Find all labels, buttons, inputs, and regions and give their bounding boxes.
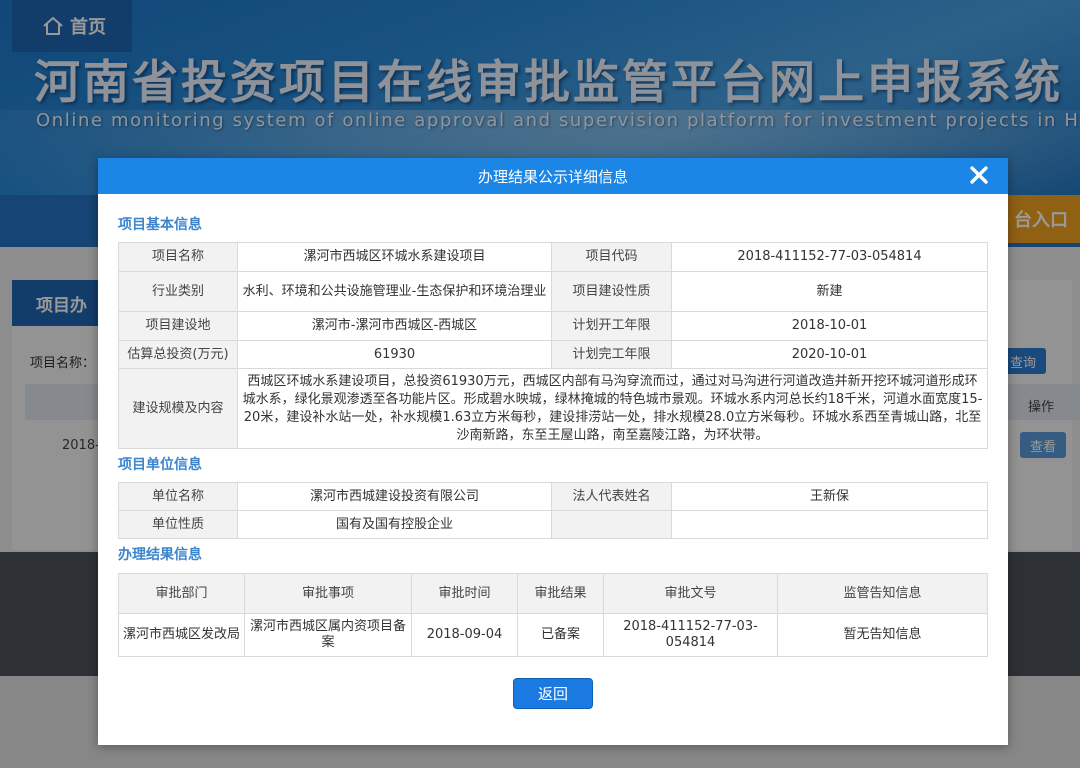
cell-time: 2018-09-04 <box>411 613 518 657</box>
value-project-code: 2018-411152-77-03-054814 <box>671 242 988 272</box>
label-investment: 估算总投资(万元) <box>118 340 238 369</box>
value-construction-nature: 新建 <box>671 271 988 312</box>
result-info-title: 办理结果信息 <box>118 547 202 563</box>
header-result: 审批结果 <box>517 573 604 614</box>
close-icon[interactable] <box>968 164 990 186</box>
label-project-code: 项目代码 <box>551 242 672 272</box>
table-row: 行业类别 水利、环境和公共设施管理业-生态保护和环境治理业 项目建设性质 新建 <box>118 271 988 312</box>
value-unit-nature: 国有及国有控股企业 <box>237 510 552 539</box>
label-construction-nature: 项目建设性质 <box>551 271 672 312</box>
empty-cell <box>671 510 988 539</box>
table-row: 建设规模及内容 西城区环城水系建设项目，总投资61930万元，西城区内部有马沟穿… <box>118 368 988 449</box>
unit-info-title: 项目单位信息 <box>118 457 202 473</box>
label-unit-nature: 单位性质 <box>118 510 238 539</box>
value-scale: 西城区环城水系建设项目，总投资61930万元，西城区内部有马沟穿流而过，通过对马… <box>237 368 988 449</box>
detail-modal: 办理结果公示详细信息 项目基本信息 项目名称 漯河市西城区环城水系建设项目 项目… <box>98 158 1008 745</box>
label-planned-finish: 计划完工年限 <box>551 340 672 369</box>
value-unit-name: 漯河市西城建设投资有限公司 <box>237 482 552 511</box>
value-legal-rep: 王新保 <box>671 482 988 511</box>
value-planned-finish: 2020-10-01 <box>671 340 988 369</box>
label-unit-name: 单位名称 <box>118 482 238 511</box>
header-doc-no: 审批文号 <box>603 573 778 614</box>
label-project-name: 项目名称 <box>118 242 238 272</box>
table-row: 单位名称 漯河市西城建设投资有限公司 法人代表姓名 王新保 <box>118 482 988 511</box>
table-header-row: 审批部门 审批事项 审批时间 审批结果 审批文号 监管告知信息 <box>118 573 988 614</box>
value-industry: 水利、环境和公共设施管理业-生态保护和环境治理业 <box>237 271 552 312</box>
value-project-name: 漯河市西城区环城水系建设项目 <box>237 242 552 272</box>
header-item: 审批事项 <box>244 573 412 614</box>
result-table: 审批部门 审批事项 审批时间 审批结果 审批文号 监管告知信息 漯河市西城区发改… <box>118 573 988 657</box>
header-time: 审批时间 <box>411 573 518 614</box>
basic-info-title: 项目基本信息 <box>118 217 202 233</box>
unit-info-table: 单位名称 漯河市西城建设投资有限公司 法人代表姓名 王新保 单位性质 国有及国有… <box>118 482 988 539</box>
header-notice: 监管告知信息 <box>777 573 988 614</box>
table-row: 漯河市西城区发改局 漯河市西城区属内资项目备案 2018-09-04 已备案 2… <box>118 613 988 657</box>
value-location: 漯河市-漯河市西城区-西城区 <box>237 311 552 341</box>
table-row: 单位性质 国有及国有控股企业 <box>118 510 988 539</box>
label-legal-rep: 法人代表姓名 <box>551 482 672 511</box>
cell-notice: 暂无告知信息 <box>777 613 988 657</box>
label-planned-start: 计划开工年限 <box>551 311 672 341</box>
cell-item: 漯河市西城区属内资项目备案 <box>244 613 412 657</box>
table-row: 项目建设地 漯河市-漯河市西城区-西城区 计划开工年限 2018-10-01 <box>118 311 988 341</box>
label-location: 项目建设地 <box>118 311 238 341</box>
value-investment: 61930 <box>237 340 552 369</box>
cell-result: 已备案 <box>517 613 604 657</box>
table-row: 估算总投资(万元) 61930 计划完工年限 2020-10-01 <box>118 340 988 369</box>
back-button[interactable]: 返回 <box>513 678 593 709</box>
cell-dept: 漯河市西城区发改局 <box>118 613 245 657</box>
table-row: 项目名称 漯河市西城区环城水系建设项目 项目代码 2018-411152-77-… <box>118 242 988 272</box>
empty-cell <box>551 510 672 539</box>
basic-info-table: 项目名称 漯河市西城区环城水系建设项目 项目代码 2018-411152-77-… <box>118 242 988 449</box>
modal-header: 办理结果公示详细信息 <box>98 158 1008 194</box>
label-scale: 建设规模及内容 <box>118 368 238 449</box>
header-dept: 审批部门 <box>118 573 245 614</box>
cell-doc-no: 2018-411152-77-03-054814 <box>603 613 778 657</box>
modal-title: 办理结果公示详细信息 <box>477 167 628 186</box>
value-planned-start: 2018-10-01 <box>671 311 988 341</box>
label-industry: 行业类别 <box>118 271 238 312</box>
